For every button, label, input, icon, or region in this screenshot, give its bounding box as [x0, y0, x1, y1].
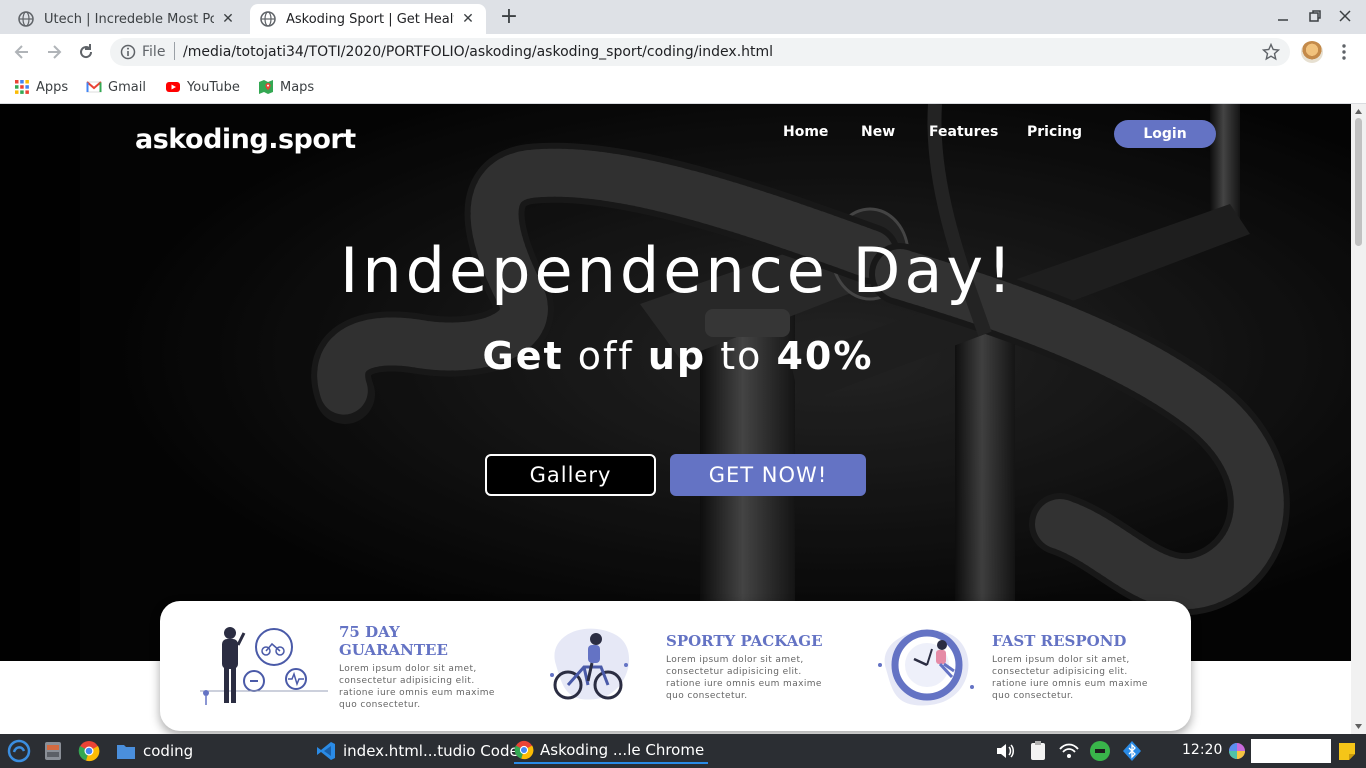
page-scrollbar[interactable] — [1351, 104, 1366, 734]
feature-sporty-package: SPORTY PACKAGE Lorem ipsum dolor sit ame… — [540, 601, 840, 731]
browser-toolbar: File /media/totojati34/TOTI/2020/PORTFOL… — [0, 34, 1366, 70]
globe-icon — [260, 11, 276, 27]
sub-word: Get — [482, 334, 564, 378]
login-button[interactable]: Login — [1114, 120, 1216, 148]
feature-title-line: 75 DAY — [339, 623, 400, 641]
divider — [174, 42, 175, 60]
sub-word: up — [647, 334, 707, 378]
tab-askoding-sport[interactable]: Askoding Sport | Get Healt ✕ — [250, 4, 486, 34]
sub-word: 40% — [776, 334, 874, 378]
bookmark-label: Gmail — [108, 79, 146, 95]
bookmark-label: Maps — [280, 79, 315, 95]
sub-word: off — [577, 334, 634, 378]
scroll-down-icon[interactable] — [1354, 722, 1363, 731]
tab-utech[interactable]: Utech | Incredeble Most Po ✕ — [8, 4, 246, 34]
taskbar-label: coding — [143, 742, 194, 760]
bookmark-label: Apps — [36, 79, 69, 95]
gmail-icon — [86, 81, 102, 93]
scrollbar-thumb[interactable] — [1355, 118, 1362, 246]
taskbar-item-chrome[interactable]: Askoding ...le Chrome — [514, 738, 708, 764]
bookmark-youtube[interactable]: YouTube — [165, 77, 240, 97]
vscode-icon — [317, 742, 335, 760]
close-icon[interactable]: ✕ — [460, 11, 476, 27]
restore-icon[interactable] — [1307, 8, 1323, 24]
reload-icon[interactable] — [76, 42, 96, 62]
status-green-icon[interactable] — [1089, 740, 1111, 762]
folder-icon — [117, 745, 135, 759]
nav-pricing[interactable]: Pricing — [1027, 124, 1082, 140]
taskbar-label: index.html...tudio Code — [343, 742, 519, 760]
url-scheme: File — [142, 44, 166, 60]
feature-title-line: FAST RESPOND — [992, 632, 1127, 650]
clock[interactable]: 12:20 — [1182, 742, 1222, 758]
taskbar-search-input[interactable] — [1251, 739, 1331, 763]
profile-avatar[interactable] — [1301, 41, 1323, 63]
feature-text: Lorem ipsum dolor sit amet, consectetur … — [666, 655, 822, 701]
feature-text: Lorem ipsum dolor sit amet, consectetur … — [339, 664, 495, 710]
globe-icon — [18, 11, 34, 27]
close-window-icon[interactable] — [1337, 8, 1353, 24]
color-wheel-icon[interactable] — [1228, 742, 1246, 760]
bookmark-gmail[interactable]: Gmail — [86, 77, 146, 97]
nav-features[interactable]: Features — [929, 124, 998, 140]
nav-new[interactable]: New — [861, 124, 895, 140]
tab-strip: Utech | Incredeble Most Po ✕ Askoding Sp… — [0, 0, 1366, 34]
os-taskbar: coding index.html...tudio Code Askoding … — [0, 734, 1366, 768]
menu-dots-icon[interactable] — [1338, 43, 1350, 61]
sticky-note-icon[interactable] — [1336, 740, 1358, 762]
bookmark-label: YouTube — [187, 79, 240, 95]
back-icon[interactable] — [12, 42, 32, 62]
bicycle-handlebar-photo — [0, 104, 1351, 661]
hero-section: askoding.sport Home New Features Pricing… — [0, 104, 1351, 661]
taskbar-label: Askoding ...le Chrome — [540, 741, 705, 759]
site-logo[interactable]: askoding.sport — [135, 124, 356, 155]
tab-title: Utech | Incredeble Most Po — [44, 11, 214, 27]
bluetooth-icon[interactable] — [1121, 740, 1143, 762]
star-icon[interactable] — [1262, 43, 1280, 61]
feature-title: 75 DAY GUARANTEE — [339, 623, 448, 659]
wifi-icon[interactable] — [1058, 740, 1080, 762]
url-text[interactable]: /media/totojati34/TOTI/2020/PORTFOLIO/as… — [183, 44, 773, 60]
hero-headline: Independence Day! — [340, 234, 1016, 307]
close-icon[interactable]: ✕ — [220, 11, 236, 27]
feature-title-line: SPORTY PACKAGE — [666, 632, 823, 650]
scroll-up-icon[interactable] — [1354, 107, 1363, 116]
sub-word: to — [720, 334, 763, 378]
youtube-icon — [166, 82, 180, 92]
feature-guarantee: 75 DAY GUARANTEE Lorem ipsum dolor sit a… — [160, 601, 500, 731]
feature-title: SPORTY PACKAGE — [666, 632, 823, 650]
page-viewport: askoding.sport Home New Features Pricing… — [0, 104, 1351, 734]
bookmark-maps[interactable]: Maps — [258, 77, 314, 97]
clock-illustration — [878, 629, 974, 706]
clipboard-icon[interactable] — [1027, 740, 1049, 762]
cyclist-illustration — [550, 628, 630, 700]
address-bar[interactable]: File /media/totojati34/TOTI/2020/PORTFOL… — [110, 38, 1290, 66]
tab-title: Askoding Sport | Get Healt — [286, 11, 454, 27]
minimize-icon[interactable] — [1275, 8, 1291, 24]
get-now-button[interactable]: GET NOW! — [670, 454, 866, 496]
start-menu-icon[interactable] — [7, 739, 31, 763]
nav-home[interactable]: Home — [783, 124, 828, 140]
info-icon[interactable] — [120, 44, 136, 60]
bookmarks-bar: Apps Gmail YouTube Maps — [0, 70, 1366, 104]
person-fitness-illustration — [200, 627, 328, 705]
feature-text: Lorem ipsum dolor sit amet, consectetur … — [992, 655, 1148, 701]
apps-grid-icon — [15, 80, 29, 94]
features-card: 75 DAY GUARANTEE Lorem ipsum dolor sit a… — [160, 601, 1191, 731]
hero-subheadline: Get off up to 40% — [0, 334, 1351, 378]
feature-title-line: GUARANTEE — [339, 641, 448, 659]
maps-icon — [259, 80, 273, 94]
bookmark-apps[interactable]: Apps — [14, 77, 68, 97]
new-tab-button[interactable]: + — [498, 6, 520, 29]
taskbar-item-coding[interactable]: coding — [115, 738, 193, 764]
gallery-button[interactable]: Gallery — [485, 454, 656, 496]
forward-icon[interactable] — [44, 42, 64, 62]
feature-fast-respond: FAST RESPOND Lorem ipsum dolor sit amet,… — [870, 601, 1170, 731]
feature-title: FAST RESPOND — [992, 632, 1126, 650]
chrome-icon — [514, 740, 534, 760]
file-cabinet-icon[interactable] — [42, 740, 64, 762]
taskbar-item-vscode[interactable]: index.html...tudio Code — [315, 738, 519, 764]
chrome-icon[interactable] — [78, 740, 100, 762]
volume-icon[interactable] — [994, 740, 1016, 762]
